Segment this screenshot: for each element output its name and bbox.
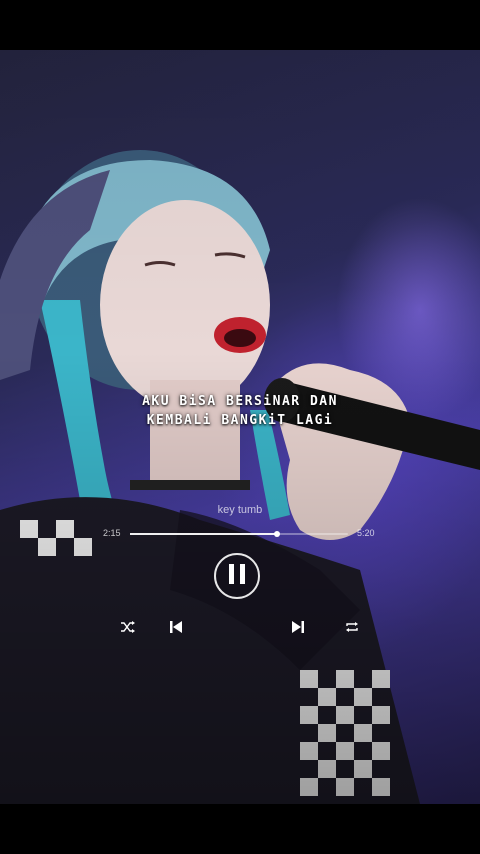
next-button[interactable] bbox=[287, 616, 309, 638]
pause-icon bbox=[228, 563, 246, 590]
skip-previous-icon bbox=[169, 620, 183, 634]
repeat-button[interactable] bbox=[342, 617, 362, 637]
progress-fill bbox=[130, 533, 278, 535]
lyrics-line-2: KEMBALi BANGKiT LAGi bbox=[146, 413, 334, 428]
shuffle-icon bbox=[121, 621, 135, 633]
pause-button[interactable] bbox=[214, 553, 260, 599]
repeat-icon bbox=[345, 621, 359, 633]
shuffle-button[interactable] bbox=[118, 617, 138, 637]
total-time: 5:20 bbox=[357, 528, 375, 538]
current-time: 2:15 bbox=[103, 528, 121, 538]
lyrics-caption: AKU BiSA BERSiNAR DAN KEMBALi BANGKiT LA… bbox=[0, 392, 480, 430]
song-title: key tumb bbox=[217, 504, 263, 516]
skip-next-icon bbox=[291, 620, 305, 634]
previous-button[interactable] bbox=[165, 616, 187, 638]
progress-bar[interactable] bbox=[130, 531, 348, 537]
lyrics-line-1: AKU BiSA BERSiNAR DAN bbox=[142, 394, 338, 409]
